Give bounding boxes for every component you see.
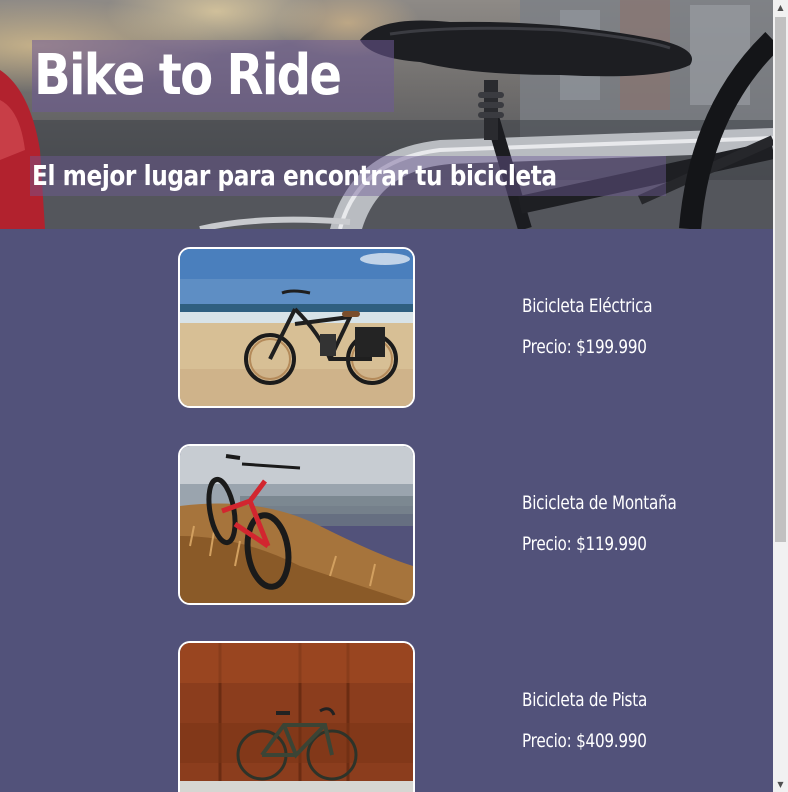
- product-price: Precio: $119.990: [522, 533, 647, 555]
- product-name: Bicicleta de Pista: [522, 689, 648, 711]
- product-name: Bicicleta de Montaña: [522, 492, 677, 514]
- vertical-scrollbar[interactable]: ▲ ▼: [773, 0, 788, 792]
- scrollbar-thumb[interactable]: [775, 17, 786, 542]
- product-card-mountain: Bicicleta de Montaña Precio: $119.990: [0, 444, 773, 609]
- hero-subtitle: El mejor lugar para encontrar tu bicicle…: [32, 159, 557, 192]
- hero-subtitle-box: El mejor lugar para encontrar tu bicicle…: [30, 156, 667, 196]
- hero-title: Bike to Ride: [34, 43, 342, 108]
- product-name: Bicicleta Eléctrica: [522, 295, 653, 317]
- electric-bike-on-beach-photo: [180, 249, 413, 406]
- hero-title-box: Bike to Ride: [32, 40, 395, 112]
- scroll-down-arrow-icon[interactable]: ▼: [773, 777, 788, 792]
- product-photo-mountain[interactable]: [178, 444, 415, 605]
- page: Bike to Ride El mejor lugar para encontr…: [0, 0, 773, 792]
- track-bike-against-wall-photo: [180, 643, 413, 792]
- mountain-bike-on-hill-photo: [180, 446, 413, 603]
- product-price: Precio: $409.990: [522, 730, 647, 752]
- product-price: Precio: $199.990: [522, 336, 647, 358]
- product-card-track: Bicicleta de Pista Precio: $409.990: [0, 641, 773, 792]
- scroll-up-arrow-icon[interactable]: ▲: [773, 0, 788, 15]
- product-photo-track[interactable]: [178, 641, 415, 792]
- product-photo-electric[interactable]: [178, 247, 415, 408]
- product-card-electric: Bicicleta Eléctrica Precio: $199.990: [0, 247, 773, 412]
- hero-banner: Bike to Ride El mejor lugar para encontr…: [0, 0, 773, 229]
